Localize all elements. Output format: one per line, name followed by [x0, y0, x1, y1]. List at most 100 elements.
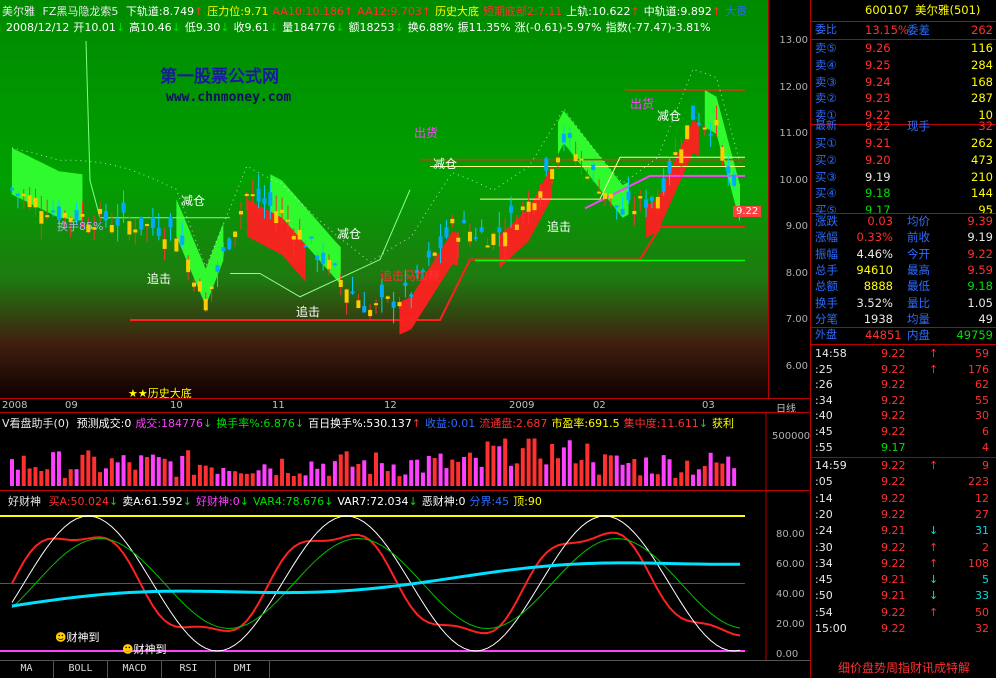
volume-bar [426, 455, 431, 486]
volume-bar [186, 450, 191, 486]
volume-bar [332, 461, 337, 486]
tab-rsi[interactable]: RSI [162, 661, 216, 678]
param-item: ↓ [408, 495, 418, 508]
volume-bar [649, 473, 654, 486]
param-item: 获利 [712, 417, 735, 430]
tick-volume: 27 [975, 507, 989, 521]
indicator-panel[interactable]: 好财神 买A:50.024↓ 卖A:61.592↓ 好财神:0↓ VAR4:78.67… [0, 490, 810, 661]
tick-volume: 55 [975, 393, 989, 407]
stat-label: 涨幅 [815, 230, 838, 245]
tick-time: :40 [815, 409, 833, 423]
param-item: 集中度:11.611 [623, 417, 699, 430]
candle-body [291, 235, 296, 240]
volume-panel[interactable]: V看盘助手(0) 预测成交:0 成交:184776↓ 换手率%:6.876↓ 百日换手… [0, 412, 811, 491]
param-item: ↑ [411, 417, 421, 430]
volume-bar [39, 471, 44, 486]
param-item: 恶财神:0 [421, 495, 466, 508]
tick-price: 9.22 [881, 425, 906, 438]
quote-sidebar: 600107 美尔雅(501) 委比 13.15% 委差 262 卖⑤ 9.26 1… [810, 0, 996, 678]
sell-volume: 116 [971, 41, 993, 55]
candle-body [608, 193, 613, 199]
candle-body [315, 255, 320, 260]
volume-bar [503, 438, 508, 486]
tick-price: 9.17 [881, 440, 906, 454]
tick-row: :25 9.22 ↑ 176 [811, 362, 996, 379]
volume-bar [696, 469, 701, 486]
tab-macd[interactable]: MACD [108, 661, 162, 678]
tick-time: :54 [815, 605, 833, 619]
caishen-marker-2: ☻财神到 [122, 641, 166, 657]
tick-volume: 4 [982, 440, 989, 454]
volume-bar [274, 475, 279, 486]
tab-dmi[interactable]: DMI [216, 661, 270, 678]
indicator-tabs: MA BOLL MACD RSI DMI [0, 660, 810, 678]
volume-title: V看盘助手(0) [2, 417, 70, 430]
volume-bar [291, 476, 296, 486]
volume-bar [544, 464, 549, 486]
volume-bar [403, 474, 408, 486]
sell-volume: 168 [971, 74, 993, 89]
candle-body [268, 192, 273, 206]
kline-y-axis: 13.00 12.00 11.00 10.00 9.00 8.00 7.00 6… [768, 0, 810, 398]
candle-body [649, 197, 654, 201]
kline-chart-panel[interactable]: 美尔雅 FZ黑马隐龙索5 下轨道:8.749↑ 压力位:9.71 AA10:10.1… [0, 0, 768, 398]
volume-bar [192, 474, 196, 486]
volume-bar [526, 438, 531, 486]
stat-label: 换手 [815, 295, 838, 310]
sell-price: 9.25 [865, 57, 891, 72]
label-jiancang-3: 减仓 [433, 157, 458, 171]
tick-time: :30 [815, 540, 833, 554]
tick-price: 9.21 [881, 524, 906, 538]
param-item: 2008/12/12 [6, 21, 70, 34]
volume-bar [473, 457, 478, 486]
tick-volume: 108 [968, 556, 989, 570]
candle-body [174, 238, 179, 252]
weibi-row: 委比 13.15% 委差 262 [811, 22, 996, 39]
candle-body [397, 302, 402, 307]
tab-ma[interactable]: MA [0, 661, 54, 678]
x-tick: 09 [65, 400, 78, 411]
candle-body [238, 210, 243, 215]
ind-y-tick: 0.00 [776, 649, 799, 660]
tick-row: 15:00 9.22 32 [811, 621, 996, 638]
tick-price: 9.22 [881, 605, 906, 619]
kline-chart[interactable] [0, 0, 768, 398]
sidebar-footer[interactable]: 细价盘势周指财讯成特解 [811, 659, 996, 676]
tick-row: :34 9.22 ↑ 108 [811, 556, 996, 573]
volume-bar [86, 450, 91, 486]
stat-value: 9.18 [967, 279, 993, 294]
stat-value: 1938 [863, 311, 893, 326]
neipan-label: 内盘 [907, 328, 930, 342]
volume-bar [215, 473, 220, 486]
stat-label: 量比 [907, 295, 930, 310]
volume-bar [491, 445, 496, 486]
candle-body [632, 211, 637, 215]
candle-body [450, 218, 455, 224]
candle-body [626, 191, 631, 201]
volume-bar [297, 473, 302, 486]
param-item: ↓ [335, 21, 345, 34]
candle-body [221, 247, 226, 252]
tick-volume: 223 [968, 475, 989, 489]
candle-body [702, 127, 707, 130]
tick-time: 14:59 [815, 459, 847, 472]
latest-label: 最新 [815, 119, 837, 132]
volume-bar [356, 463, 361, 486]
stat-row: 振幅 4.46% 今开 9.22 [811, 246, 996, 263]
tick-arrow: ↓ [929, 589, 939, 603]
tab-boll[interactable]: BOLL [54, 661, 108, 678]
volume-bar [309, 461, 314, 486]
volume-axis-label: 500000 [772, 431, 811, 442]
volume-bar [379, 463, 384, 486]
label-jiancang-4: 减仓 [657, 109, 682, 123]
candle-body [614, 205, 619, 208]
tick-time: :20 [815, 507, 833, 521]
param-item: ↓ [324, 495, 334, 508]
volume-bar [397, 476, 402, 486]
candle-body [250, 194, 255, 197]
candle-body [244, 193, 249, 197]
tick-volume: 31 [975, 524, 989, 538]
latest-value: 9.22 [865, 119, 891, 133]
volume-bar [115, 462, 120, 486]
tick-time: :25 [815, 362, 833, 376]
